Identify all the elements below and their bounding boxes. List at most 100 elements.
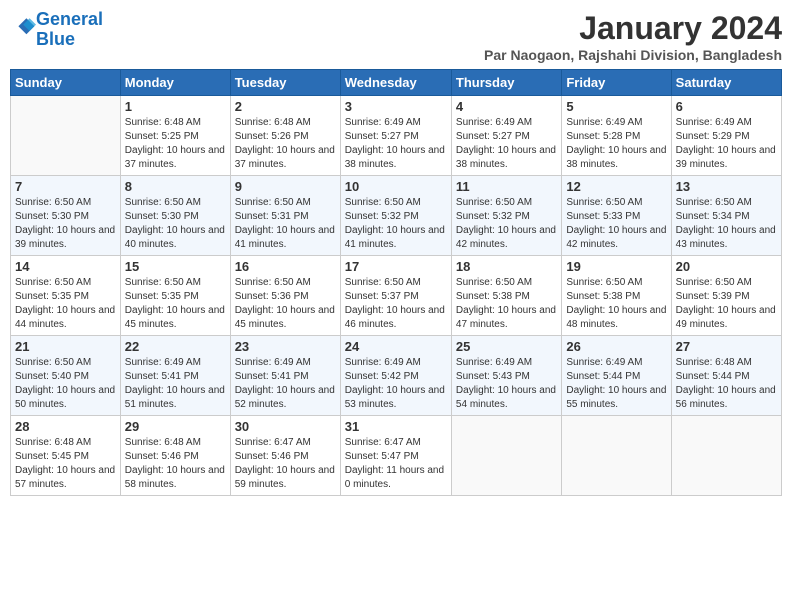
day-cell: 20 Sunrise: 6:50 AMSunset: 5:39 PMDaylig… (671, 256, 781, 336)
day-cell: 4 Sunrise: 6:49 AMSunset: 5:27 PMDayligh… (451, 96, 561, 176)
day-cell: 27 Sunrise: 6:48 AMSunset: 5:44 PMDaylig… (671, 336, 781, 416)
day-number: 29 (125, 419, 226, 434)
day-cell: 13 Sunrise: 6:50 AMSunset: 5:34 PMDaylig… (671, 176, 781, 256)
day-cell: 26 Sunrise: 6:49 AMSunset: 5:44 PMDaylig… (562, 336, 671, 416)
day-number: 21 (15, 339, 116, 354)
day-cell: 10 Sunrise: 6:50 AMSunset: 5:32 PMDaylig… (340, 176, 451, 256)
day-cell: 2 Sunrise: 6:48 AMSunset: 5:26 PMDayligh… (230, 96, 340, 176)
week-row-2: 14 Sunrise: 6:50 AMSunset: 5:35 PMDaylig… (11, 256, 782, 336)
header-wednesday: Wednesday (340, 70, 451, 96)
day-info: Sunrise: 6:49 AMSunset: 5:29 PMDaylight:… (676, 117, 776, 170)
day-cell (671, 416, 781, 496)
day-cell: 1 Sunrise: 6:48 AMSunset: 5:25 PMDayligh… (120, 96, 230, 176)
day-number: 10 (345, 179, 447, 194)
day-number: 5 (566, 99, 666, 114)
day-info: Sunrise: 6:49 AMSunset: 5:27 PMDaylight:… (456, 117, 556, 170)
day-number: 6 (676, 99, 777, 114)
day-cell (562, 416, 671, 496)
day-number: 23 (235, 339, 336, 354)
day-info: Sunrise: 6:49 AMSunset: 5:28 PMDaylight:… (566, 117, 666, 170)
day-cell: 6 Sunrise: 6:49 AMSunset: 5:29 PMDayligh… (671, 96, 781, 176)
day-number: 14 (15, 259, 116, 274)
location: Par Naogaon, Rajshahi Division, Banglade… (484, 47, 782, 63)
day-info: Sunrise: 6:50 AMSunset: 5:34 PMDaylight:… (676, 197, 776, 250)
day-info: Sunrise: 6:50 AMSunset: 5:35 PMDaylight:… (125, 277, 225, 330)
day-number: 1 (125, 99, 226, 114)
day-info: Sunrise: 6:49 AMSunset: 5:43 PMDaylight:… (456, 357, 556, 410)
week-row-3: 21 Sunrise: 6:50 AMSunset: 5:40 PMDaylig… (11, 336, 782, 416)
week-row-1: 7 Sunrise: 6:50 AMSunset: 5:30 PMDayligh… (11, 176, 782, 256)
day-cell: 23 Sunrise: 6:49 AMSunset: 5:41 PMDaylig… (230, 336, 340, 416)
calendar-body: 1 Sunrise: 6:48 AMSunset: 5:25 PMDayligh… (11, 96, 782, 496)
day-cell: 29 Sunrise: 6:48 AMSunset: 5:46 PMDaylig… (120, 416, 230, 496)
week-row-4: 28 Sunrise: 6:48 AMSunset: 5:45 PMDaylig… (11, 416, 782, 496)
day-cell: 7 Sunrise: 6:50 AMSunset: 5:30 PMDayligh… (11, 176, 121, 256)
day-cell: 9 Sunrise: 6:50 AMSunset: 5:31 PMDayligh… (230, 176, 340, 256)
day-number: 17 (345, 259, 447, 274)
header-thursday: Thursday (451, 70, 561, 96)
day-number: 18 (456, 259, 557, 274)
day-info: Sunrise: 6:48 AMSunset: 5:25 PMDaylight:… (125, 117, 225, 170)
day-info: Sunrise: 6:50 AMSunset: 5:37 PMDaylight:… (345, 277, 445, 330)
day-info: Sunrise: 6:50 AMSunset: 5:39 PMDaylight:… (676, 277, 776, 330)
day-info: Sunrise: 6:50 AMSunset: 5:30 PMDaylight:… (125, 197, 225, 250)
day-cell: 28 Sunrise: 6:48 AMSunset: 5:45 PMDaylig… (11, 416, 121, 496)
logo-line1: General (36, 9, 103, 29)
day-number: 31 (345, 419, 447, 434)
day-number: 2 (235, 99, 336, 114)
day-cell: 15 Sunrise: 6:50 AMSunset: 5:35 PMDaylig… (120, 256, 230, 336)
day-info: Sunrise: 6:50 AMSunset: 5:38 PMDaylight:… (566, 277, 666, 330)
logo-icon (12, 15, 36, 39)
day-info: Sunrise: 6:49 AMSunset: 5:27 PMDaylight:… (345, 117, 445, 170)
day-cell (451, 416, 561, 496)
day-info: Sunrise: 6:47 AMSunset: 5:47 PMDaylight:… (345, 437, 444, 490)
header-sunday: Sunday (11, 70, 121, 96)
day-cell: 11 Sunrise: 6:50 AMSunset: 5:32 PMDaylig… (451, 176, 561, 256)
day-cell: 22 Sunrise: 6:49 AMSunset: 5:41 PMDaylig… (120, 336, 230, 416)
calendar-table: SundayMondayTuesdayWednesdayThursdayFrid… (10, 69, 782, 496)
day-number: 20 (676, 259, 777, 274)
day-number: 3 (345, 99, 447, 114)
day-number: 22 (125, 339, 226, 354)
header-friday: Friday (562, 70, 671, 96)
day-cell (11, 96, 121, 176)
day-info: Sunrise: 6:49 AMSunset: 5:41 PMDaylight:… (125, 357, 225, 410)
day-number: 9 (235, 179, 336, 194)
day-info: Sunrise: 6:49 AMSunset: 5:41 PMDaylight:… (235, 357, 335, 410)
day-info: Sunrise: 6:47 AMSunset: 5:46 PMDaylight:… (235, 437, 335, 490)
day-info: Sunrise: 6:50 AMSunset: 5:32 PMDaylight:… (345, 197, 445, 250)
logo-text: General Blue (36, 10, 103, 50)
day-number: 27 (676, 339, 777, 354)
day-info: Sunrise: 6:49 AMSunset: 5:44 PMDaylight:… (566, 357, 666, 410)
day-number: 26 (566, 339, 666, 354)
day-cell: 30 Sunrise: 6:47 AMSunset: 5:46 PMDaylig… (230, 416, 340, 496)
day-number: 13 (676, 179, 777, 194)
header-tuesday: Tuesday (230, 70, 340, 96)
day-info: Sunrise: 6:50 AMSunset: 5:32 PMDaylight:… (456, 197, 556, 250)
day-info: Sunrise: 6:50 AMSunset: 5:36 PMDaylight:… (235, 277, 335, 330)
day-info: Sunrise: 6:50 AMSunset: 5:31 PMDaylight:… (235, 197, 335, 250)
day-info: Sunrise: 6:50 AMSunset: 5:33 PMDaylight:… (566, 197, 666, 250)
day-number: 16 (235, 259, 336, 274)
day-number: 19 (566, 259, 666, 274)
day-number: 30 (235, 419, 336, 434)
month-title: January 2024 (484, 10, 782, 47)
day-cell: 25 Sunrise: 6:49 AMSunset: 5:43 PMDaylig… (451, 336, 561, 416)
calendar-header: SundayMondayTuesdayWednesdayThursdayFrid… (11, 70, 782, 96)
day-info: Sunrise: 6:50 AMSunset: 5:38 PMDaylight:… (456, 277, 556, 330)
day-number: 7 (15, 179, 116, 194)
day-cell: 8 Sunrise: 6:50 AMSunset: 5:30 PMDayligh… (120, 176, 230, 256)
header-saturday: Saturday (671, 70, 781, 96)
day-cell: 14 Sunrise: 6:50 AMSunset: 5:35 PMDaylig… (11, 256, 121, 336)
logo-line2: Blue (36, 29, 75, 49)
day-cell: 24 Sunrise: 6:49 AMSunset: 5:42 PMDaylig… (340, 336, 451, 416)
day-cell: 5 Sunrise: 6:49 AMSunset: 5:28 PMDayligh… (562, 96, 671, 176)
day-cell: 17 Sunrise: 6:50 AMSunset: 5:37 PMDaylig… (340, 256, 451, 336)
day-number: 25 (456, 339, 557, 354)
week-row-0: 1 Sunrise: 6:48 AMSunset: 5:25 PMDayligh… (11, 96, 782, 176)
day-cell: 12 Sunrise: 6:50 AMSunset: 5:33 PMDaylig… (562, 176, 671, 256)
logo: General Blue (10, 10, 103, 50)
day-number: 15 (125, 259, 226, 274)
day-info: Sunrise: 6:48 AMSunset: 5:26 PMDaylight:… (235, 117, 335, 170)
day-info: Sunrise: 6:48 AMSunset: 5:46 PMDaylight:… (125, 437, 225, 490)
